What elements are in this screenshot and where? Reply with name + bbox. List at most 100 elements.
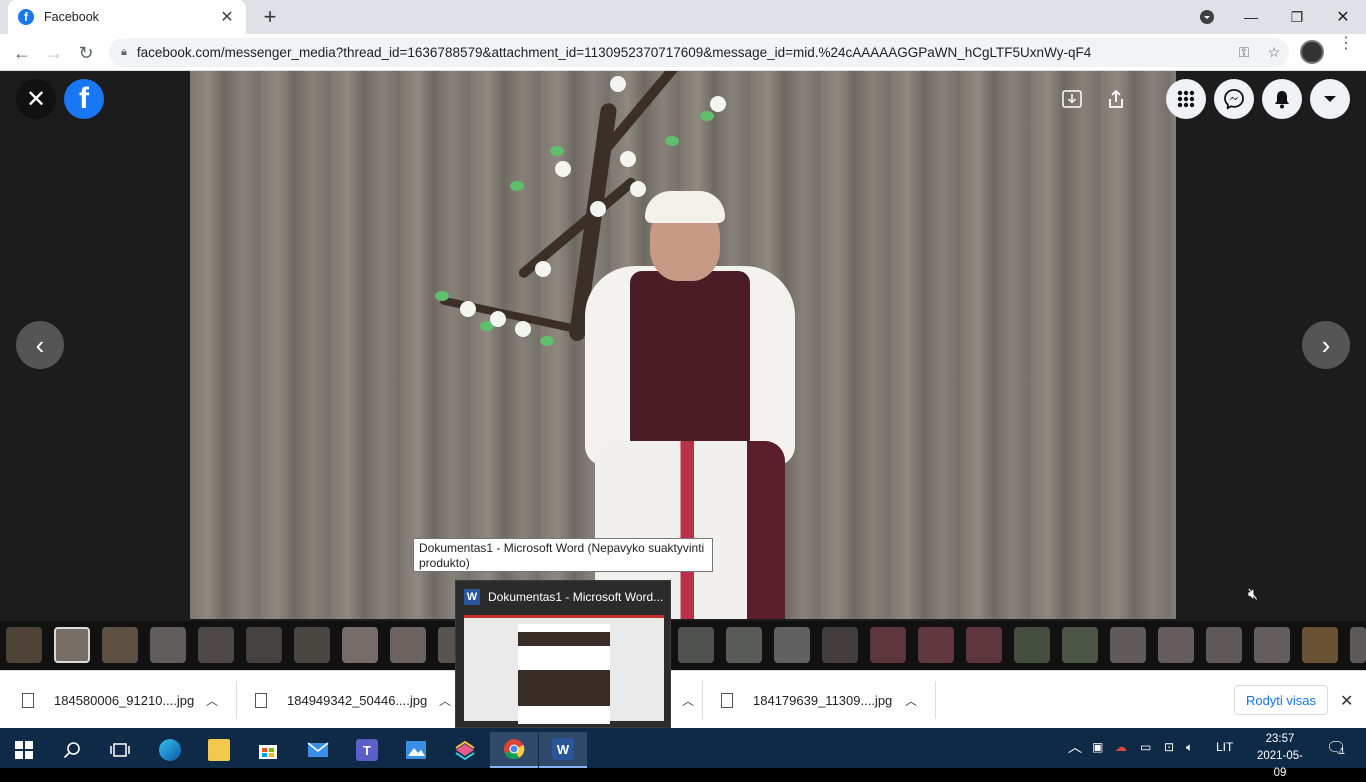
thumbnail[interactable] [102, 627, 138, 663]
close-viewer-button[interactable]: ✕ [16, 79, 56, 119]
volume-icon[interactable]: 🔈︎ [1186, 740, 1193, 755]
thumbnail[interactable] [150, 627, 186, 663]
download-item-hidden-caret[interactable]: ︿ [670, 671, 694, 729]
show-all-downloads-button[interactable]: Rodyti visas [1234, 685, 1328, 715]
taskbar-tooltip: Dokumentas1 - Microsoft Word (Nepavyko s… [413, 538, 713, 572]
snip-sketch-icon[interactable] [441, 732, 489, 768]
file-explorer-icon[interactable] [195, 732, 243, 768]
thumbnail[interactable] [1110, 627, 1146, 663]
tab-search-icon[interactable] [1184, 0, 1230, 34]
mute-speaker-icon[interactable]: 🔇︎ [1248, 586, 1258, 604]
word-icon: W [464, 589, 480, 605]
key-icon[interactable]: ⚿ [1229, 44, 1259, 61]
share-icon[interactable] [1104, 87, 1128, 111]
divider [935, 681, 936, 719]
thumbnail[interactable] [678, 627, 714, 663]
bookmark-star-icon[interactable]: ☆ [1259, 44, 1289, 61]
clock-time: 23:57 [1265, 733, 1295, 745]
browser-tab-facebook[interactable]: f Facebook ✕ [8, 0, 246, 34]
meet-now-icon[interactable]: ▣ [1092, 740, 1103, 754]
close-download-bar-icon[interactable]: ✕ [1340, 691, 1353, 711]
chevron-up-icon[interactable]: ︿ [905, 692, 917, 709]
show-hidden-icons-chevron-icon[interactable]: ︿ [1068, 737, 1082, 757]
next-arrow-button[interactable]: › [1302, 321, 1350, 369]
profile-avatar[interactable] [1300, 40, 1324, 64]
thumbnail[interactable] [198, 627, 234, 663]
download-item[interactable]: 184949342_50446....jpg ︿ [255, 671, 451, 729]
battery-icon[interactable]: ▭ [1140, 740, 1151, 754]
edge-browser-icon[interactable] [146, 732, 194, 768]
thumbnail[interactable] [774, 627, 810, 663]
minimize-button[interactable]: — [1228, 0, 1274, 34]
browser-menu-icon[interactable]: ⋮ [1338, 36, 1354, 52]
download-bar: 184580006_91210....jpg ︿ 184949342_50446… [0, 670, 1366, 728]
word-taskbar-icon[interactable]: W [539, 732, 587, 768]
thumbnail[interactable] [726, 627, 762, 663]
chrome-icon[interactable] [490, 732, 538, 768]
windows-start-icon[interactable] [0, 732, 48, 768]
thumbnail[interactable] [1014, 627, 1050, 663]
thumbnail-selected[interactable] [54, 627, 90, 663]
notifications-bell-icon[interactable] [1262, 79, 1302, 119]
download-filename: 184179639_11309....jpg [753, 692, 893, 708]
thumbnail[interactable] [6, 627, 42, 663]
network-icon[interactable]: ⊡ [1164, 740, 1174, 754]
tab-close-icon[interactable]: ✕ [218, 7, 236, 27]
clock[interactable]: 23:57 2021-05-09 [1252, 731, 1308, 782]
facebook-logo[interactable]: f [64, 79, 104, 119]
thumbnail[interactable] [294, 627, 330, 663]
back-arrow-icon[interactable]: ← [8, 39, 36, 67]
divider [236, 681, 237, 719]
thumbnail[interactable] [1206, 627, 1242, 663]
video-frame [190, 71, 1176, 619]
thumbnail[interactable] [390, 627, 426, 663]
previous-arrow-button[interactable]: ‹ [16, 321, 64, 369]
messenger-icon[interactable] [1214, 79, 1254, 119]
thumbnail[interactable] [1302, 627, 1338, 663]
download-item[interactable]: 184580006_91210....jpg ︿ [22, 671, 218, 729]
account-dropdown-icon[interactable] [1310, 79, 1350, 119]
download-item[interactable]: 184179639_11309....jpg ︿ [721, 671, 917, 729]
thumbnail[interactable] [870, 627, 906, 663]
download-icon[interactable] [1060, 87, 1084, 111]
facebook-favicon-icon: f [18, 9, 34, 25]
thumbnail[interactable] [246, 627, 282, 663]
thumbnail[interactable] [342, 627, 378, 663]
chevron-up-icon[interactable]: ︿ [439, 692, 451, 709]
microsoft-store-icon[interactable] [244, 732, 292, 768]
file-icon [255, 692, 267, 708]
address-bar[interactable]: 🔒︎ facebook.com/messenger_media?thread_i… [109, 38, 1289, 67]
preview-title: Dokumentas1 - Microsoft Word... [488, 590, 664, 604]
language-indicator[interactable]: LIT [1216, 740, 1233, 754]
download-filename: 184580006_91210....jpg [54, 692, 195, 708]
forward-arrow-icon[interactable]: → [40, 39, 68, 67]
thumbnail[interactable] [1158, 627, 1194, 663]
search-icon[interactable] [48, 732, 96, 768]
new-tab-button[interactable]: + [260, 6, 280, 28]
teams-icon[interactable]: T [343, 732, 391, 768]
thumbnail[interactable] [1350, 627, 1366, 663]
thumbnail[interactable] [1062, 627, 1098, 663]
thumbnail[interactable] [822, 627, 858, 663]
restore-button[interactable]: ❐ [1274, 0, 1320, 34]
reload-icon[interactable]: ↻ [72, 39, 100, 67]
photos-icon[interactable] [392, 732, 440, 768]
thumbnail-strip [0, 621, 1366, 670]
thumbnail[interactable] [1254, 627, 1290, 663]
windows-taskbar: T W ︿ ▣ ☁︎ ▭ ⊡ 🔈︎ LIT 23:57 2021-05-09 🗨… [0, 728, 1366, 779]
clock-date: 2021-05-09 [1256, 750, 1304, 779]
file-icon [721, 692, 733, 708]
cloud-error-icon[interactable]: ☁︎ [1115, 740, 1127, 754]
browser-toolbar: ← → ↻ 🔒︎ facebook.com/messenger_media?th… [0, 34, 1366, 71]
chevron-up-icon[interactable]: ︿ [206, 692, 218, 709]
mail-icon[interactable] [294, 732, 342, 768]
tab-strip: f Facebook ✕ + — ❐ ✕ [0, 0, 1366, 34]
window-close-button[interactable]: ✕ [1320, 0, 1366, 34]
thumbnail[interactable] [918, 627, 954, 663]
taskbar-window-preview[interactable]: W Dokumentas1 - Microsoft Word... [455, 580, 671, 728]
menu-grid-icon[interactable] [1166, 79, 1206, 119]
chevron-up-icon[interactable]: ︿ [682, 692, 694, 709]
download-filename: 184949342_50446....jpg [287, 692, 428, 708]
thumbnail[interactable] [966, 627, 1002, 663]
task-view-icon[interactable] [96, 732, 144, 768]
